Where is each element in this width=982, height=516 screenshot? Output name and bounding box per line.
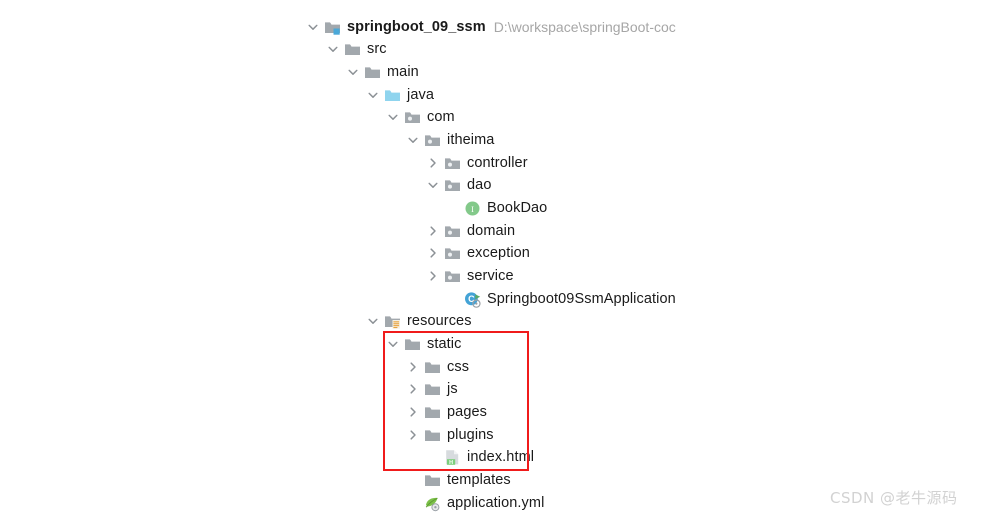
source-folder-icon <box>384 87 401 104</box>
tree-row-label: css <box>447 359 470 375</box>
package-icon <box>404 109 421 126</box>
chevron-down-icon[interactable] <box>426 178 440 192</box>
module-folder-icon <box>324 19 341 36</box>
chevron-down-icon[interactable] <box>326 42 340 56</box>
tree-row-index.html[interactable]: Hindex.html <box>426 446 534 468</box>
chevron-down-icon[interactable] <box>366 314 380 328</box>
tree-row-label: Springboot09SsmApplication <box>487 291 676 307</box>
chevron-placeholder <box>406 473 420 487</box>
tree-row-java[interactable]: java <box>366 84 434 106</box>
chevron-right-icon[interactable] <box>406 428 420 442</box>
chevron-down-icon[interactable] <box>406 133 420 147</box>
chevron-right-icon[interactable] <box>426 246 440 260</box>
chevron-down-icon[interactable] <box>366 88 380 102</box>
chevron-right-icon[interactable] <box>406 360 420 374</box>
tree-row-src[interactable]: src <box>326 38 387 60</box>
tree-row-label: exception <box>467 245 530 261</box>
chevron-right-icon[interactable] <box>426 269 440 283</box>
folder-icon <box>404 336 421 353</box>
folder-icon <box>344 41 361 58</box>
package-icon <box>424 132 441 149</box>
tree-row-label: js <box>447 381 458 397</box>
package-icon <box>444 177 461 194</box>
tree-row-label: controller <box>467 155 528 171</box>
chevron-placeholder <box>406 496 420 510</box>
chevron-down-icon[interactable] <box>306 20 320 34</box>
chevron-down-icon[interactable] <box>386 110 400 124</box>
tree-row-label: templates <box>447 472 511 488</box>
tree-row-Springboot09SsmApplication[interactable]: C Springboot09SsmApplication <box>446 288 676 310</box>
tree-row-label: dao <box>467 177 492 193</box>
chevron-down-icon[interactable] <box>346 65 360 79</box>
tree-row-label: pages <box>447 404 488 420</box>
tree-row-templates[interactable]: templates <box>406 469 511 491</box>
csdn-watermark: CSDN @老牛源码 <box>830 489 958 507</box>
tree-row-main[interactable]: main <box>346 61 419 83</box>
package-icon <box>444 223 461 240</box>
tree-row-label: index.html <box>467 449 535 465</box>
tree-row-label: itheima <box>447 132 495 148</box>
spring-class-icon: C <box>464 291 481 308</box>
chevron-right-icon[interactable] <box>406 405 420 419</box>
tree-row-com[interactable]: com <box>386 106 455 128</box>
folder-icon <box>424 404 441 421</box>
tree-row-label: application.yml <box>447 495 545 511</box>
tree-row-domain[interactable]: domain <box>426 220 515 242</box>
tree-row-springboot_09_ssm[interactable]: springboot_09_ssm D:\workspace\springBoot… <box>306 16 676 38</box>
chevron-placeholder <box>446 201 460 215</box>
folder-icon <box>424 472 441 489</box>
tree-row-label: springboot_09_ssm <box>347 19 486 35</box>
project-tree: springboot_09_ssm D:\workspace\springBoot… <box>0 0 982 516</box>
package-icon <box>444 268 461 285</box>
tree-row-js[interactable]: js <box>406 378 458 400</box>
tree-row-plugins[interactable]: plugins <box>406 424 494 446</box>
tree-row-application.yml[interactable]: application.yml <box>406 492 544 514</box>
tree-row-label: service <box>467 268 514 284</box>
folder-icon <box>424 359 441 376</box>
chevron-placeholder <box>426 450 440 464</box>
chevron-down-icon[interactable] <box>386 337 400 351</box>
tree-row-itheima[interactable]: itheima <box>406 129 494 151</box>
tree-row-label: main <box>387 64 419 80</box>
tree-row-label: java <box>407 87 434 103</box>
tree-row-label: com <box>427 109 455 125</box>
chevron-right-icon[interactable] <box>426 156 440 170</box>
package-icon <box>444 155 461 172</box>
tree-row-static[interactable]: static <box>386 333 461 355</box>
tree-row-controller[interactable]: controller <box>426 152 528 174</box>
chevron-right-icon[interactable] <box>406 382 420 396</box>
tree-row-dao[interactable]: dao <box>426 174 492 196</box>
tree-row-label: src <box>367 41 387 57</box>
folder-icon <box>424 427 441 444</box>
tree-row-BookDao[interactable]: I BookDao <box>446 197 547 219</box>
interface-icon: I <box>464 200 481 217</box>
chevron-right-icon[interactable] <box>426 224 440 238</box>
tree-row-label: plugins <box>447 427 494 443</box>
tree-row-service[interactable]: service <box>426 265 514 287</box>
tree-row-label: resources <box>407 313 472 329</box>
tree-row-exception[interactable]: exception <box>426 242 530 264</box>
tree-row-css[interactable]: css <box>406 356 469 378</box>
resources-folder-icon <box>384 313 401 330</box>
svg-text:I: I <box>471 205 474 214</box>
tree-row-label: domain <box>467 223 516 239</box>
chevron-placeholder <box>446 292 460 306</box>
tree-row-pages[interactable]: pages <box>406 401 487 423</box>
module-path-label: D:\workspace\springBoot-coc <box>493 19 676 35</box>
folder-icon <box>424 381 441 398</box>
html-file-icon: H <box>444 449 461 466</box>
package-icon <box>444 245 461 262</box>
tree-row-label: static <box>427 336 462 352</box>
tree-row-resources[interactable]: resources <box>366 310 472 332</box>
spring-yml-icon <box>424 495 441 512</box>
tree-row-label: BookDao <box>487 200 548 216</box>
svg-text:H: H <box>449 459 453 465</box>
folder-icon <box>364 64 381 81</box>
svg-text:C: C <box>468 294 475 304</box>
